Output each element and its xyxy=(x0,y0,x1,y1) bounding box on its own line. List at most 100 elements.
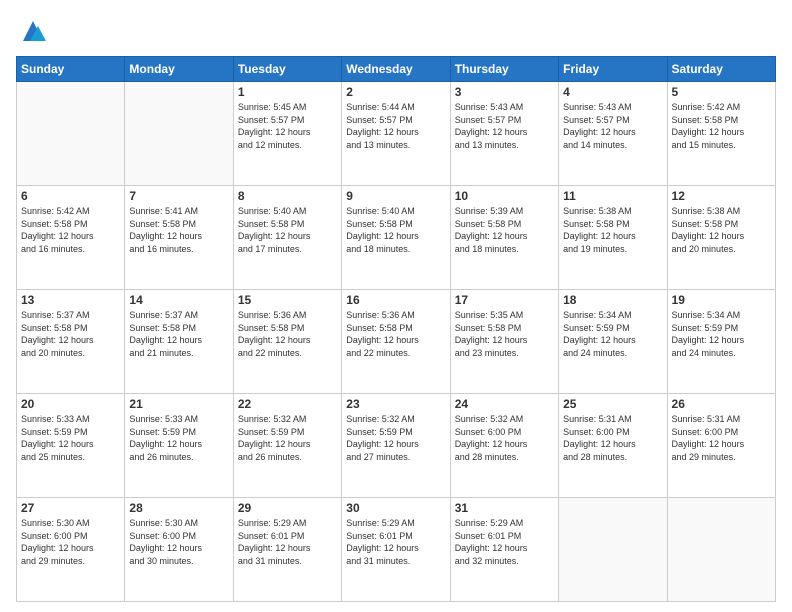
day-number: 28 xyxy=(129,501,228,515)
day-number: 14 xyxy=(129,293,228,307)
day-info: Sunrise: 5:37 AM Sunset: 5:58 PM Dayligh… xyxy=(129,309,228,359)
logo xyxy=(16,16,48,46)
calendar-cell: 27 Sunrise: 5:30 AM Sunset: 6:00 PM Dayli… xyxy=(17,498,125,602)
logo-icon xyxy=(18,16,48,46)
calendar-cell: 16 Sunrise: 5:36 AM Sunset: 5:58 PM Dayli… xyxy=(342,290,450,394)
week-row: 20Sunrise: 5:33 AM Sunset: 5:59 PM Dayli… xyxy=(17,394,776,498)
day-info: Sunrise: 5:42 AM Sunset: 5:58 PM Dayligh… xyxy=(672,101,771,151)
day-info: Sunrise: 5:29 AM Sunset: 6:01 PM Dayligh… xyxy=(455,517,554,567)
weekday-header: Sunday xyxy=(17,57,125,82)
day-number: 6 xyxy=(21,189,120,203)
day-info: Sunrise: 5:31 AM Sunset: 6:00 PM Dayligh… xyxy=(672,413,771,463)
day-number: 18 xyxy=(563,293,662,307)
day-number: 19 xyxy=(672,293,771,307)
day-number: 26 xyxy=(672,397,771,411)
day-number: 13 xyxy=(21,293,120,307)
calendar-cell: 19 Sunrise: 5:34 AM Sunset: 5:59 PM Dayli… xyxy=(667,290,775,394)
day-info: Sunrise: 5:30 AM Sunset: 6:00 PM Dayligh… xyxy=(21,517,120,567)
calendar-cell: 12 Sunrise: 5:38 AM Sunset: 5:58 PM Dayli… xyxy=(667,186,775,290)
calendar-cell: 15 Sunrise: 5:36 AM Sunset: 5:58 PM Dayli… xyxy=(233,290,341,394)
calendar-table: SundayMondayTuesdayWednesdayThursdayFrid… xyxy=(16,56,776,602)
weekday-header: Thursday xyxy=(450,57,558,82)
day-number: 22 xyxy=(238,397,337,411)
day-info: Sunrise: 5:40 AM Sunset: 5:58 PM Dayligh… xyxy=(238,205,337,255)
day-number: 15 xyxy=(238,293,337,307)
day-number: 12 xyxy=(672,189,771,203)
weekday-header: Saturday xyxy=(667,57,775,82)
calendar-cell: 20Sunrise: 5:33 AM Sunset: 5:59 PM Dayli… xyxy=(17,394,125,498)
calendar-cell: 4 Sunrise: 5:43 AM Sunset: 5:57 PM Daylig… xyxy=(559,82,667,186)
calendar-cell: 13Sunrise: 5:37 AM Sunset: 5:58 PM Dayli… xyxy=(17,290,125,394)
calendar-cell: 10Sunrise: 5:39 AM Sunset: 5:58 PM Dayli… xyxy=(450,186,558,290)
calendar-cell: 23 Sunrise: 5:32 AM Sunset: 5:59 PM Dayli… xyxy=(342,394,450,498)
day-info: Sunrise: 5:41 AM Sunset: 5:58 PM Dayligh… xyxy=(129,205,228,255)
calendar-cell: 24 Sunrise: 5:32 AM Sunset: 6:00 PM Dayli… xyxy=(450,394,558,498)
day-info: Sunrise: 5:34 AM Sunset: 5:59 PM Dayligh… xyxy=(563,309,662,359)
calendar-cell: 22 Sunrise: 5:32 AM Sunset: 5:59 PM Dayli… xyxy=(233,394,341,498)
calendar-cell: 30 Sunrise: 5:29 AM Sunset: 6:01 PM Dayli… xyxy=(342,498,450,602)
day-info: Sunrise: 5:36 AM Sunset: 5:58 PM Dayligh… xyxy=(238,309,337,359)
calendar-cell: 1 Sunrise: 5:45 AM Sunset: 5:57 PM Daylig… xyxy=(233,82,341,186)
day-number: 21 xyxy=(129,397,228,411)
day-info: Sunrise: 5:45 AM Sunset: 5:57 PM Dayligh… xyxy=(238,101,337,151)
calendar-cell: 28 Sunrise: 5:30 AM Sunset: 6:00 PM Dayli… xyxy=(125,498,233,602)
day-info: Sunrise: 5:39 AM Sunset: 5:58 PM Dayligh… xyxy=(455,205,554,255)
calendar-cell: 8 Sunrise: 5:40 AM Sunset: 5:58 PM Daylig… xyxy=(233,186,341,290)
day-number: 7 xyxy=(129,189,228,203)
calendar-cell xyxy=(559,498,667,602)
day-info: Sunrise: 5:36 AM Sunset: 5:58 PM Dayligh… xyxy=(346,309,445,359)
week-row: 27 Sunrise: 5:30 AM Sunset: 6:00 PM Dayli… xyxy=(17,498,776,602)
calendar-cell: 9Sunrise: 5:40 AM Sunset: 5:58 PM Daylig… xyxy=(342,186,450,290)
day-info: Sunrise: 5:32 AM Sunset: 5:59 PM Dayligh… xyxy=(346,413,445,463)
calendar-cell: 21 Sunrise: 5:33 AM Sunset: 5:59 PM Dayli… xyxy=(125,394,233,498)
day-number: 11 xyxy=(563,189,662,203)
calendar-cell: 5 Sunrise: 5:42 AM Sunset: 5:58 PM Daylig… xyxy=(667,82,775,186)
day-number: 17 xyxy=(455,293,554,307)
day-info: Sunrise: 5:32 AM Sunset: 6:00 PM Dayligh… xyxy=(455,413,554,463)
day-number: 27 xyxy=(21,501,120,515)
day-info: Sunrise: 5:33 AM Sunset: 5:59 PM Dayligh… xyxy=(21,413,120,463)
weekday-header: Tuesday xyxy=(233,57,341,82)
calendar-cell xyxy=(125,82,233,186)
calendar-cell: 26 Sunrise: 5:31 AM Sunset: 6:00 PM Dayli… xyxy=(667,394,775,498)
week-row: 1 Sunrise: 5:45 AM Sunset: 5:57 PM Daylig… xyxy=(17,82,776,186)
day-info: Sunrise: 5:44 AM Sunset: 5:57 PM Dayligh… xyxy=(346,101,445,151)
calendar-cell: 2 Sunrise: 5:44 AM Sunset: 5:57 PM Daylig… xyxy=(342,82,450,186)
day-number: 16 xyxy=(346,293,445,307)
day-info: Sunrise: 5:38 AM Sunset: 5:58 PM Dayligh… xyxy=(563,205,662,255)
day-number: 1 xyxy=(238,85,337,99)
day-number: 23 xyxy=(346,397,445,411)
day-info: Sunrise: 5:35 AM Sunset: 5:58 PM Dayligh… xyxy=(455,309,554,359)
calendar-cell: 25Sunrise: 5:31 AM Sunset: 6:00 PM Dayli… xyxy=(559,394,667,498)
day-info: Sunrise: 5:32 AM Sunset: 5:59 PM Dayligh… xyxy=(238,413,337,463)
weekday-header: Wednesday xyxy=(342,57,450,82)
day-number: 31 xyxy=(455,501,554,515)
day-number: 29 xyxy=(238,501,337,515)
calendar-cell: 7 Sunrise: 5:41 AM Sunset: 5:58 PM Daylig… xyxy=(125,186,233,290)
day-number: 2 xyxy=(346,85,445,99)
weekday-header: Friday xyxy=(559,57,667,82)
calendar-cell: 29Sunrise: 5:29 AM Sunset: 6:01 PM Dayli… xyxy=(233,498,341,602)
page: SundayMondayTuesdayWednesdayThursdayFrid… xyxy=(0,0,792,612)
calendar-cell xyxy=(17,82,125,186)
weekday-header: Monday xyxy=(125,57,233,82)
day-info: Sunrise: 5:33 AM Sunset: 5:59 PM Dayligh… xyxy=(129,413,228,463)
day-number: 5 xyxy=(672,85,771,99)
day-info: Sunrise: 5:43 AM Sunset: 5:57 PM Dayligh… xyxy=(563,101,662,151)
calendar-cell: 11 Sunrise: 5:38 AM Sunset: 5:58 PM Dayli… xyxy=(559,186,667,290)
calendar-cell: 6Sunrise: 5:42 AM Sunset: 5:58 PM Daylig… xyxy=(17,186,125,290)
day-number: 8 xyxy=(238,189,337,203)
week-row: 6Sunrise: 5:42 AM Sunset: 5:58 PM Daylig… xyxy=(17,186,776,290)
day-info: Sunrise: 5:29 AM Sunset: 6:01 PM Dayligh… xyxy=(346,517,445,567)
calendar-cell: 3Sunrise: 5:43 AM Sunset: 5:57 PM Daylig… xyxy=(450,82,558,186)
day-info: Sunrise: 5:30 AM Sunset: 6:00 PM Dayligh… xyxy=(129,517,228,567)
day-number: 24 xyxy=(455,397,554,411)
calendar-cell: 17 Sunrise: 5:35 AM Sunset: 5:58 PM Dayli… xyxy=(450,290,558,394)
day-info: Sunrise: 5:38 AM Sunset: 5:58 PM Dayligh… xyxy=(672,205,771,255)
day-info: Sunrise: 5:34 AM Sunset: 5:59 PM Dayligh… xyxy=(672,309,771,359)
calendar-cell: 31 Sunrise: 5:29 AM Sunset: 6:01 PM Dayli… xyxy=(450,498,558,602)
day-info: Sunrise: 5:31 AM Sunset: 6:00 PM Dayligh… xyxy=(563,413,662,463)
day-number: 30 xyxy=(346,501,445,515)
calendar-cell: 14 Sunrise: 5:37 AM Sunset: 5:58 PM Dayli… xyxy=(125,290,233,394)
day-number: 4 xyxy=(563,85,662,99)
